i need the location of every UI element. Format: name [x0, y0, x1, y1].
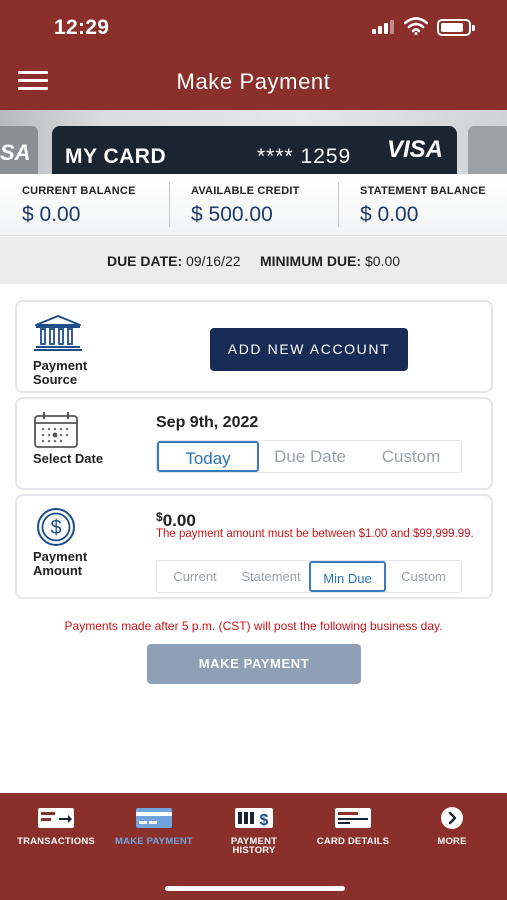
card-icon — [136, 808, 172, 828]
due-summary: DUE DATE: 09/16/22 MINIMUM DUE: $0.00 — [0, 237, 507, 284]
dollar-icon: $ — [37, 508, 75, 546]
due-date-value: 09/16/22 — [186, 253, 241, 269]
select-date-panel: Select Date Sep 9th, 2022 Today Due Date… — [15, 397, 493, 490]
balance-amount: $ 0.00 — [22, 203, 81, 226]
transactions-icon — [38, 808, 74, 828]
battery-icon — [437, 19, 475, 36]
payment-source-panel: Payment Source ADD NEW ACCOUNT — [15, 300, 493, 393]
amount-option-min-due[interactable]: Min Due — [309, 561, 386, 592]
add-new-account-button[interactable]: ADD NEW ACCOUNT — [210, 328, 408, 371]
cutoff-notice: Payments made after 5 p.m. (CST) will po… — [64, 619, 443, 633]
date-option-custom[interactable]: Custom — [361, 441, 461, 472]
tab-more[interactable]: MORE — [402, 805, 502, 846]
currency-symbol: $ — [156, 510, 163, 524]
tab-label: MAKE PAYMENT — [115, 836, 193, 847]
balance-label: AVAILABLE CREDIT — [191, 185, 300, 197]
tab-label: MORE — [437, 836, 467, 847]
date-option-today[interactable]: Today — [157, 441, 259, 472]
signal-icon — [372, 20, 396, 34]
selected-card[interactable]: MY CARD **** 1259 VISA — [52, 126, 457, 174]
tab-label: CARD DETAILS — [316, 836, 390, 847]
payment-amount-label: Payment Amount — [33, 550, 87, 578]
make-payment-button[interactable]: MAKE PAYMENT — [147, 644, 361, 684]
label-line: Source — [33, 372, 78, 387]
app-bar: Make Payment — [0, 52, 507, 110]
home-indicator — [165, 886, 345, 891]
label-line: Payment — [33, 358, 88, 373]
calendar-icon — [34, 412, 78, 448]
tab-label: PAYMENT HISTORY — [204, 837, 304, 856]
minimum-due-label: MINIMUM DUE: — [259, 253, 362, 269]
card-name: MY CARD — [65, 145, 167, 168]
tab-payment-history[interactable]: $ PAYMENT HISTORY — [204, 805, 304, 855]
date-option-due-date[interactable]: Due Date — [259, 441, 361, 472]
available-credit: AVAILABLE CREDIT $ 500.00 — [169, 174, 338, 235]
select-date-label: Select Date — [33, 451, 104, 466]
wifi-icon — [404, 17, 428, 35]
more-icon — [441, 807, 463, 829]
amount-error-message: The payment amount must be between $1.00… — [156, 528, 474, 540]
balance-amount: $ 500.00 — [191, 203, 273, 226]
due-date-label: DUE DATE: — [106, 253, 183, 269]
card-number: **** 1259 — [257, 145, 352, 168]
tab-make-payment[interactable]: MAKE PAYMENT — [104, 805, 204, 846]
payment-amount-panel: $ Payment Amount $0.00 The payment amoun… — [15, 494, 493, 599]
payment-source-label: Payment Source — [33, 359, 87, 387]
card-carousel[interactable]: SA MY CARD **** 1259 VISA — [0, 110, 507, 174]
status-bar: 12:29 — [0, 0, 507, 52]
amount-option-statement[interactable]: Statement — [233, 561, 309, 592]
payment-history-icon: $ — [235, 808, 273, 829]
date-option-selector: Today Due Date Custom — [156, 440, 462, 473]
balance-label: CURRENT BALANCE — [22, 185, 136, 197]
previous-card[interactable]: SA — [0, 126, 38, 174]
amount-option-selector: Current Statement Min Due Custom — [156, 560, 462, 593]
amount-option-current[interactable]: Current — [157, 561, 233, 592]
bottom-tab-bar: TRANSACTIONS MAKE PAYMENT $ PAYMENT HIST… — [0, 793, 507, 900]
statement-balance: STATEMENT BALANCE $ 0.00 — [338, 174, 507, 235]
tab-transactions[interactable]: TRANSACTIONS — [6, 805, 106, 846]
page-title: Make Payment — [176, 69, 331, 94]
bank-icon — [34, 315, 82, 351]
svg-text:$: $ — [260, 812, 269, 829]
label-line: Payment — [33, 549, 88, 564]
status-time: 12:29 — [54, 16, 110, 39]
selected-date: Sep 9th, 2022 — [156, 414, 259, 431]
minimum-due-value: $0.00 — [364, 253, 401, 269]
balance-summary: CURRENT BALANCE $ 0.00 AVAILABLE CREDIT … — [0, 174, 507, 236]
next-card[interactable] — [468, 126, 507, 174]
tab-label: TRANSACTIONS — [17, 836, 95, 847]
current-balance: CURRENT BALANCE $ 0.00 — [0, 174, 169, 235]
card-details-icon — [335, 808, 371, 828]
tab-card-details[interactable]: CARD DETAILS — [303, 805, 403, 846]
balance-label: STATEMENT BALANCE — [360, 185, 486, 197]
amount-option-custom[interactable]: Custom — [386, 561, 461, 592]
card-brand: VISA — [387, 136, 444, 163]
previous-card-brand: SA — [0, 140, 31, 165]
tab-label-line: HISTORY — [232, 845, 276, 856]
balance-amount: $ 0.00 — [360, 203, 419, 226]
label-line: Amount — [33, 563, 83, 578]
svg-text:$: $ — [50, 517, 61, 539]
